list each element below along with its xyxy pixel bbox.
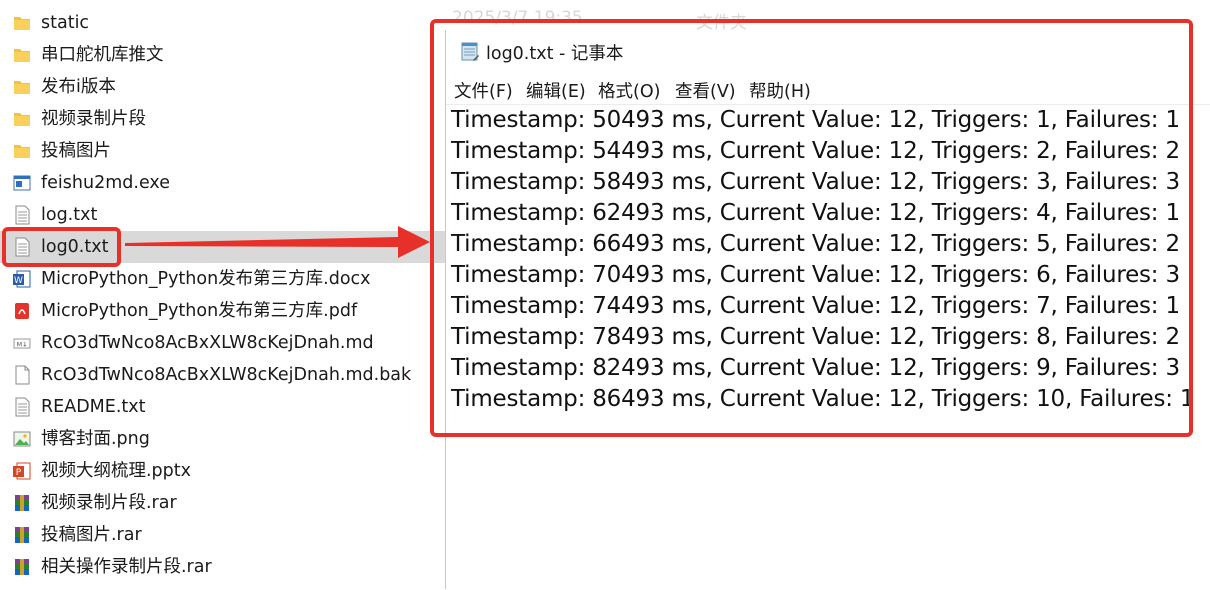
red-arrow <box>125 226 430 258</box>
